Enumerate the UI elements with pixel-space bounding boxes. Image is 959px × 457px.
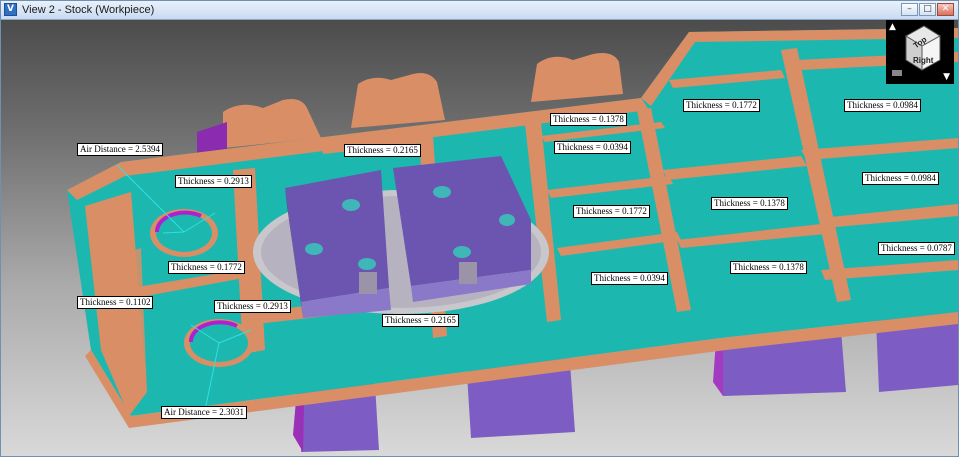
annotation-thickness: Thickness = 0.1378	[550, 113, 627, 126]
view-cube-right-label[interactable]: Right	[913, 56, 933, 65]
workpiece-scene	[67, 28, 958, 452]
annotation-thickness: Thickness = 0.1772	[683, 99, 760, 112]
annotation-thickness: Thickness = 0.0787	[878, 242, 955, 255]
annotation-thickness: Thickness = 0.0394	[554, 141, 631, 154]
annotation-thickness: Thickness = 0.2913	[175, 175, 252, 188]
annotation-thickness: Thickness = 0.1772	[168, 261, 245, 274]
clamp	[531, 53, 623, 102]
annotation-thickness: Thickness = 0.1102	[77, 296, 154, 309]
app-icon: V	[4, 3, 17, 16]
annotation-thickness: Thickness = 0.0984	[862, 172, 939, 185]
stock-view-window: V View 2 - Stock (Workpiece) – □ ✕ ▲ Top…	[0, 0, 959, 457]
clamp	[351, 73, 445, 128]
minimize-button[interactable]: –	[901, 3, 918, 16]
view-cube-down-arrow[interactable]: ▼	[943, 72, 950, 82]
annotation-thickness: Thickness = 0.2913	[214, 300, 291, 313]
restore-button[interactable]: □	[919, 3, 936, 16]
window-title: View 2 - Stock (Workpiece)	[22, 4, 155, 16]
annotation-air-distance: Air Distance = 2.5394	[77, 143, 164, 156]
3d-viewport[interactable]: ▲ Top Right ▼ Air Distance = 2.5394 Thic…	[1, 20, 958, 456]
annotation-thickness: Thickness = 0.1772	[573, 205, 650, 218]
view-cube[interactable]: ▲ Top Right ▼	[886, 20, 954, 84]
annotation-thickness: Thickness = 0.1378	[711, 197, 788, 210]
annotation-thickness: Thickness = 0.0394	[591, 272, 668, 285]
annotation-thickness: Thickness = 0.2165	[382, 314, 459, 327]
close-button[interactable]: ✕	[937, 3, 954, 16]
annotation-thickness: Thickness = 0.1378	[730, 261, 807, 274]
annotation-air-distance: Air Distance = 2.3031	[161, 406, 248, 419]
title-bar[interactable]: V View 2 - Stock (Workpiece) – □ ✕	[1, 1, 958, 20]
annotation-thickness: Thickness = 0.2165	[344, 144, 421, 157]
annotation-thickness: Thickness = 0.0984	[844, 99, 921, 112]
